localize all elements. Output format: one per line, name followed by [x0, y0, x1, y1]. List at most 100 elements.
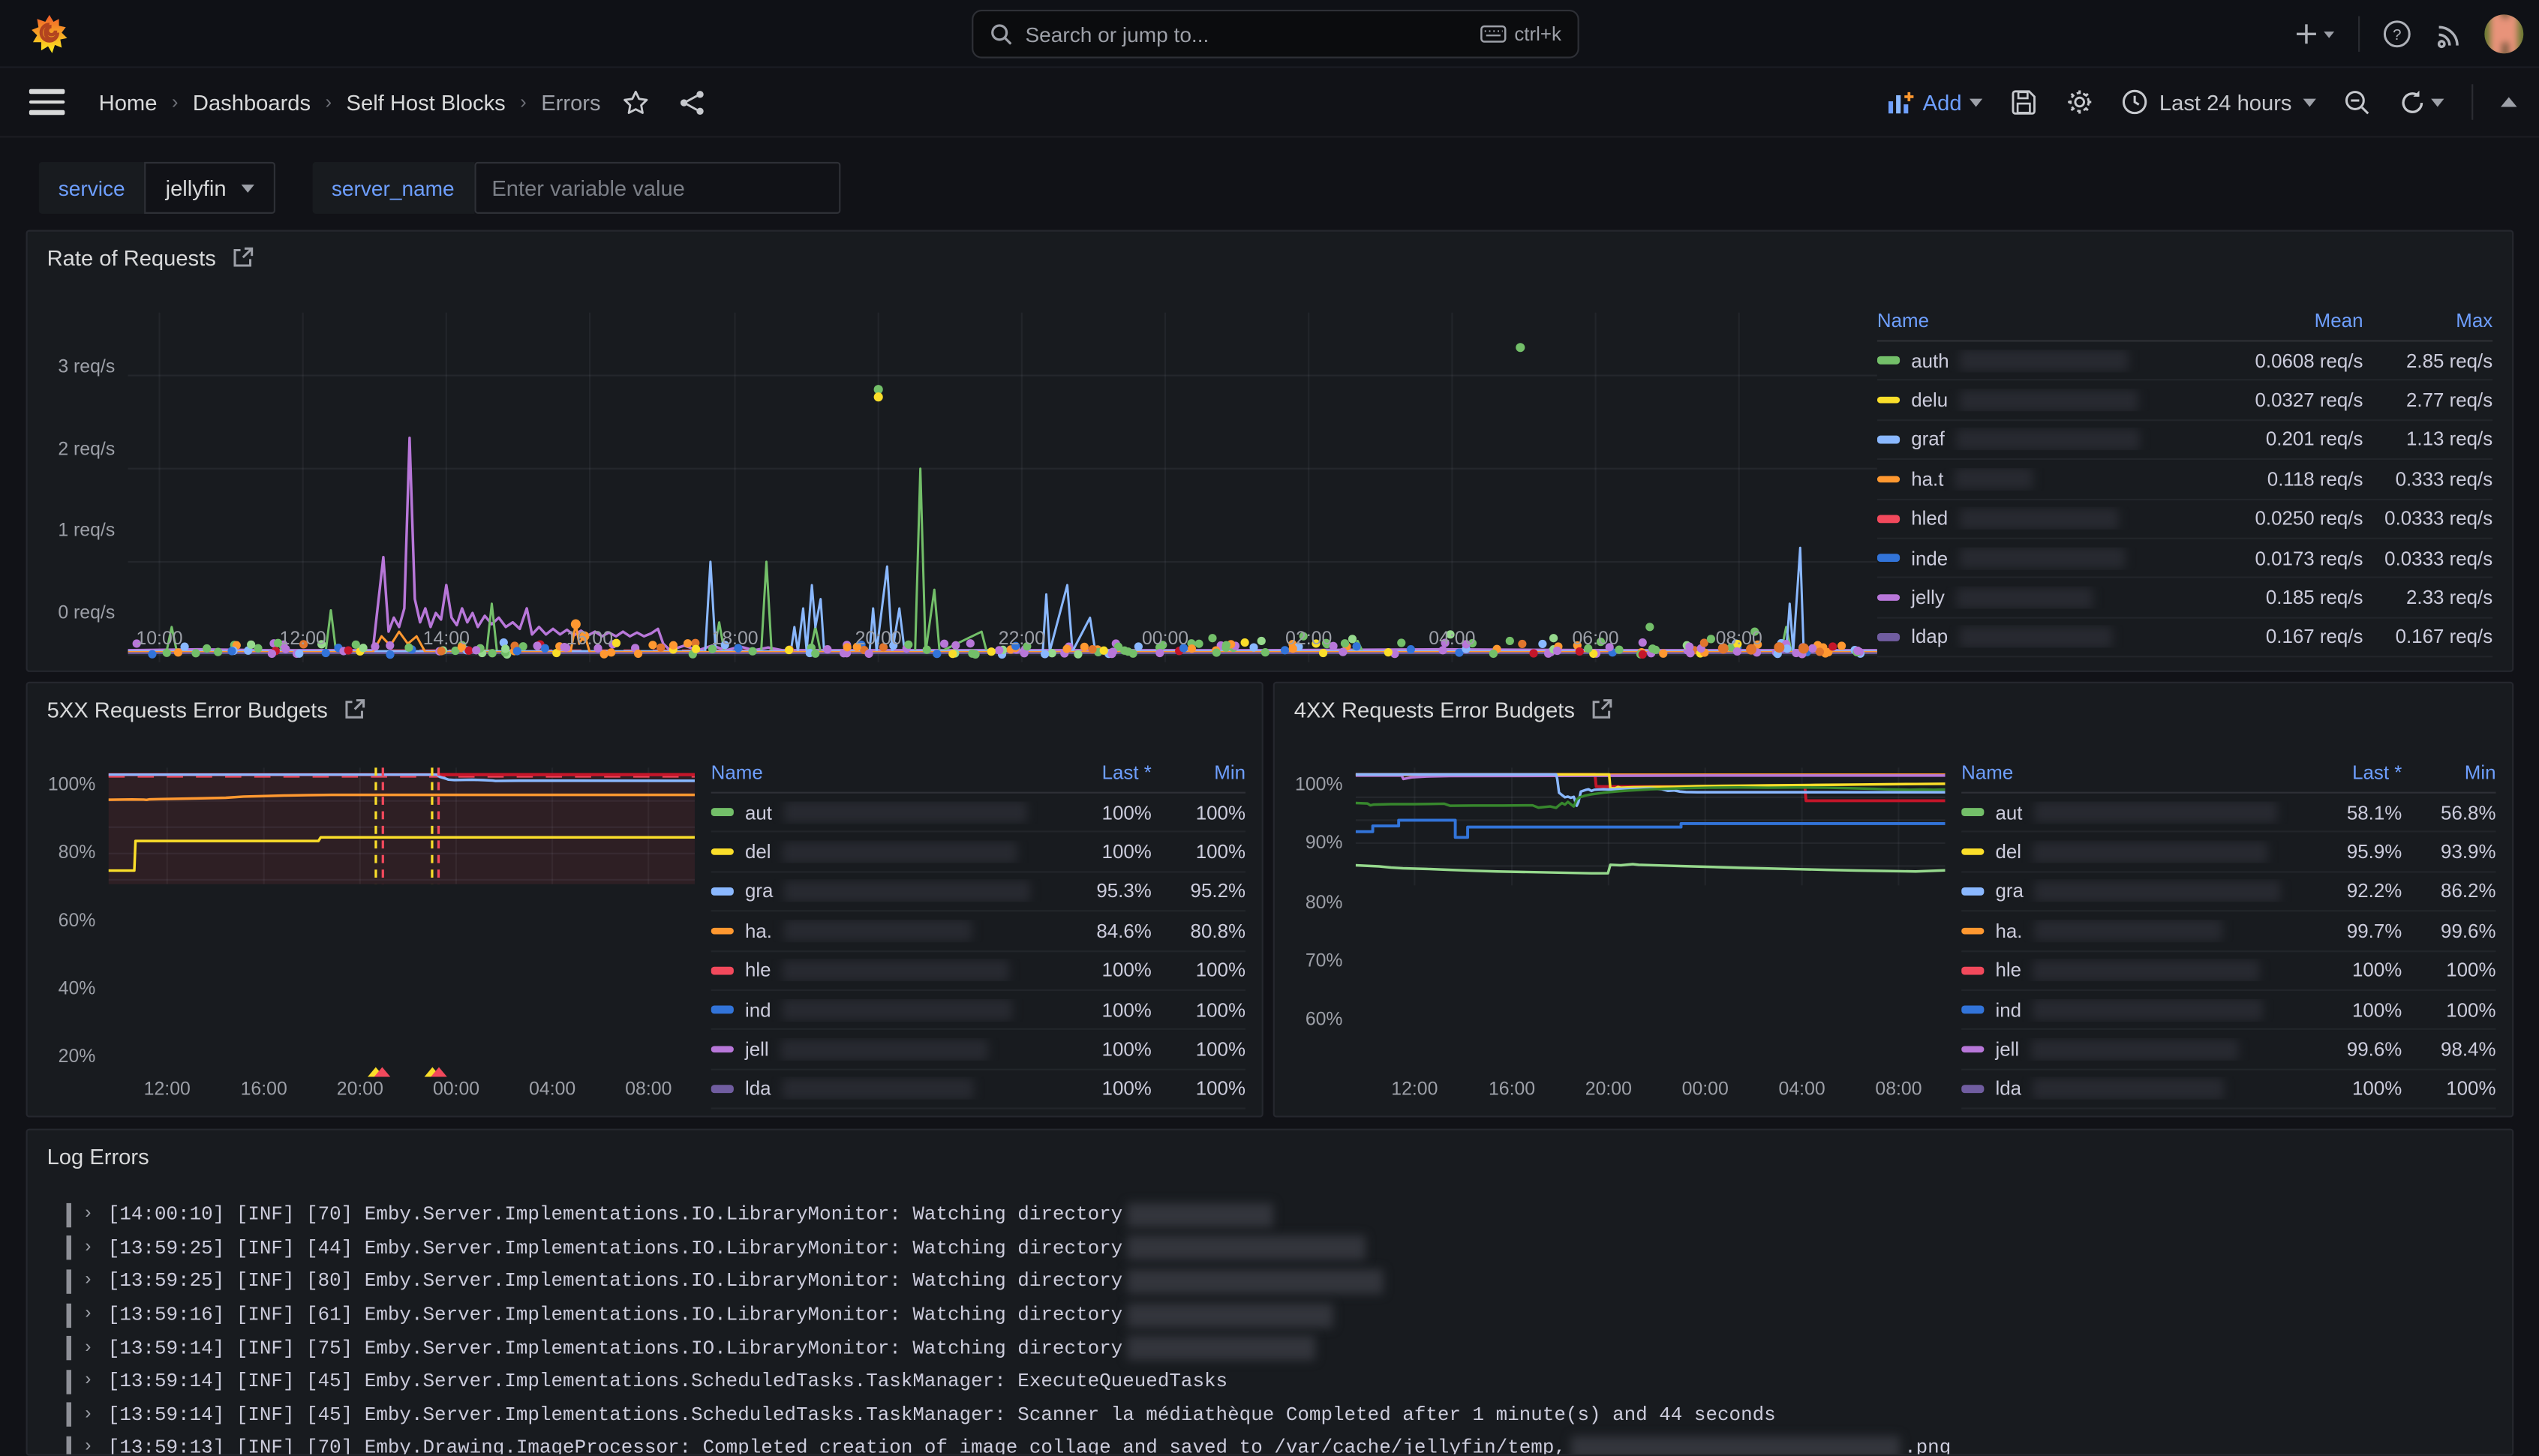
breadcrumb-item[interactable]: Errors — [541, 90, 600, 114]
legend-row[interactable]: jelly0.185 req/s2.33 req/s — [1877, 578, 2492, 618]
legend-row[interactable]: jell100%100% — [711, 1031, 1245, 1070]
legend-row[interactable]: lda100%100% — [1961, 1070, 2495, 1109]
x-axis-tick: 04:00 — [1429, 630, 1475, 650]
legend-row[interactable]: auth0.0608 req/s2.85 req/s — [1877, 341, 2492, 381]
panel-header[interactable]: Log Errors — [28, 1130, 2512, 1182]
panel-header[interactable]: 4XX Requests Error Budgets — [1275, 683, 2512, 735]
time-range-picker[interactable]: Last 24 hours — [2122, 89, 2316, 116]
add-panel-icon — [1887, 90, 1915, 114]
legend-value: 0.0608 req/s — [2209, 350, 2363, 372]
rate-chart[interactable]: 3 req/s2 req/s1 req/s0 req/s10:0012:0014… — [128, 313, 1877, 620]
collapse-toolbar-icon[interactable] — [2501, 98, 2517, 107]
legend-header-name[interactable]: Name — [1877, 308, 2210, 331]
expand-log-icon[interactable]: › — [83, 1272, 93, 1292]
legend-row[interactable]: delu0.0327 req/s2.77 req/s — [1877, 381, 2492, 421]
avatar[interactable] — [2484, 14, 2523, 53]
legend-header-min[interactable]: Min — [1152, 760, 1245, 782]
panel-log-errors: Log Errors ›[14:00:10] [INF] [70] Emby.S… — [26, 1129, 2514, 1456]
expand-log-icon[interactable]: › — [83, 1372, 93, 1391]
legend-row[interactable]: graf0.201 req/s1.13 req/s — [1877, 421, 2492, 461]
series-name: ha. — [1995, 920, 2022, 942]
series-color-swatch — [1961, 927, 1984, 935]
variable-server-name-input[interactable] — [474, 162, 840, 214]
zoom-out-icon[interactable] — [2344, 89, 2372, 116]
legend-row[interactable]: ind100%100% — [711, 991, 1245, 1031]
log-row[interactable]: ›[13:59:14] [INF] [45] Emby.Server.Imple… — [67, 1365, 2489, 1398]
breadcrumb-item[interactable]: Self Host Blocks — [347, 90, 506, 114]
search-input[interactable]: Search or jump to... ctrl+k — [972, 10, 1579, 59]
search-shortcut: ctrl+k — [1480, 23, 1561, 45]
err4xx-chart[interactable]: 100%90%80%70%60%12:0016:0020:0000:0004:0… — [1356, 767, 1946, 1070]
log-row[interactable]: ›[13:59:13] [INF] [70] Emby.Drawing.Imag… — [67, 1432, 2489, 1456]
add-button[interactable]: Add — [1887, 90, 1982, 114]
legend-row[interactable]: hle100%100% — [711, 951, 1245, 991]
legend-header-last[interactable]: Last * — [2295, 760, 2402, 782]
legend-header-name[interactable]: Name — [711, 760, 1045, 782]
log-row[interactable]: ›[14:00:10] [INF] [70] Emby.Server.Imple… — [67, 1198, 2489, 1231]
save-icon[interactable] — [2010, 89, 2038, 116]
log-row[interactable]: ›[13:59:25] [INF] [80] Emby.Server.Imple… — [67, 1265, 2489, 1298]
log-message-tail: .png — [1904, 1437, 1951, 1456]
legend-value: 99.6% — [2295, 1038, 2402, 1061]
expand-log-icon[interactable]: › — [83, 1305, 93, 1325]
share-icon[interactable] — [678, 89, 706, 116]
series-color-swatch — [1877, 515, 1900, 522]
log-row[interactable]: ›[13:59:16] [INF] [61] Emby.Server.Imple… — [67, 1298, 2489, 1331]
expand-log-icon[interactable]: › — [83, 1205, 93, 1225]
external-link-icon[interactable] — [344, 698, 366, 720]
log-row[interactable]: ›[13:59:14] [INF] [45] Emby.Server.Imple… — [67, 1398, 2489, 1431]
expand-log-icon[interactable]: › — [83, 1238, 93, 1258]
annotation-marker[interactable] — [375, 1067, 392, 1077]
legend-row[interactable]: aut58.1%56.8% — [1961, 794, 2495, 833]
legend-value: 84.6% — [1044, 920, 1151, 942]
y-axis-tick: 3 req/s — [58, 359, 115, 378]
expand-log-icon[interactable]: › — [83, 1339, 93, 1358]
panel-header[interactable]: 5XX Requests Error Budgets — [28, 683, 1262, 735]
variable-service-select[interactable]: jellyfin — [145, 162, 275, 214]
series-name: gra — [745, 880, 773, 902]
series-color-swatch — [711, 809, 734, 816]
legend-row[interactable]: hle100%100% — [1961, 951, 2495, 991]
legend-row[interactable]: inde0.0173 req/s0.0333 req/s — [1877, 539, 2492, 579]
legend-header-max[interactable]: Max — [2363, 308, 2492, 331]
series-color-swatch — [1961, 967, 1984, 974]
legend-row[interactable]: ha.84.6%80.8% — [711, 912, 1245, 952]
new-button[interactable] — [2295, 23, 2336, 45]
legend-row[interactable]: gra95.3%95.2% — [711, 872, 1245, 912]
gear-icon[interactable] — [2066, 88, 2095, 117]
breadcrumb-item[interactable]: Dashboards — [193, 90, 311, 114]
panel-header[interactable]: Rate of Requests — [28, 232, 2512, 284]
grafana-logo[interactable] — [28, 11, 71, 56]
external-link-icon[interactable] — [1591, 698, 1614, 720]
legend-row[interactable]: ind100%100% — [1961, 991, 2495, 1031]
legend-header-name[interactable]: Name — [1961, 760, 2295, 782]
menu-button[interactable] — [29, 89, 65, 114]
expand-log-icon[interactable]: › — [83, 1439, 93, 1456]
legend-header-mean[interactable]: Mean — [2209, 308, 2363, 331]
breadcrumb-item[interactable]: Home — [99, 90, 158, 114]
legend-row[interactable]: ha.t0.118 req/s0.333 req/s — [1877, 460, 2492, 500]
legend-header-min[interactable]: Min — [2402, 760, 2495, 782]
legend-header-last[interactable]: Last * — [1044, 760, 1151, 782]
news-button[interactable] — [2434, 20, 2462, 48]
legend-row[interactable]: lda100%100% — [711, 1070, 1245, 1109]
legend-row[interactable]: del100%100% — [711, 833, 1245, 872]
legend-row[interactable]: aut100%100% — [711, 794, 1245, 833]
legend-row[interactable]: del95.9%93.9% — [1961, 833, 2495, 872]
help-button[interactable]: ? — [2382, 20, 2411, 49]
x-axis-tick: 20:00 — [337, 1080, 383, 1100]
log-row[interactable]: ›[13:59:14] [INF] [75] Emby.Server.Imple… — [67, 1331, 2489, 1364]
expand-log-icon[interactable]: › — [83, 1405, 93, 1424]
legend-row[interactable]: jell99.6%98.4% — [1961, 1031, 2495, 1070]
external-link-icon[interactable] — [232, 246, 254, 269]
err5xx-chart[interactable]: 100%80%60%40%20%12:0016:0020:0000:0004:0… — [109, 767, 695, 1070]
annotation-marker[interactable] — [431, 1067, 447, 1077]
legend-row[interactable]: ldap0.167 req/s0.167 req/s — [1877, 618, 2492, 658]
legend-row[interactable]: hled0.0250 req/s0.0333 req/s — [1877, 500, 2492, 539]
legend-row[interactable]: gra92.2%86.2% — [1961, 872, 2495, 912]
panel-title: 5XX Requests Error Budgets — [47, 697, 328, 721]
refresh-button[interactable] — [2399, 89, 2444, 116]
legend-row[interactable]: ha.99.7%99.6% — [1961, 912, 2495, 952]
log-row[interactable]: ›[13:59:25] [INF] [44] Emby.Server.Imple… — [67, 1232, 2489, 1265]
star-icon[interactable] — [622, 89, 650, 116]
